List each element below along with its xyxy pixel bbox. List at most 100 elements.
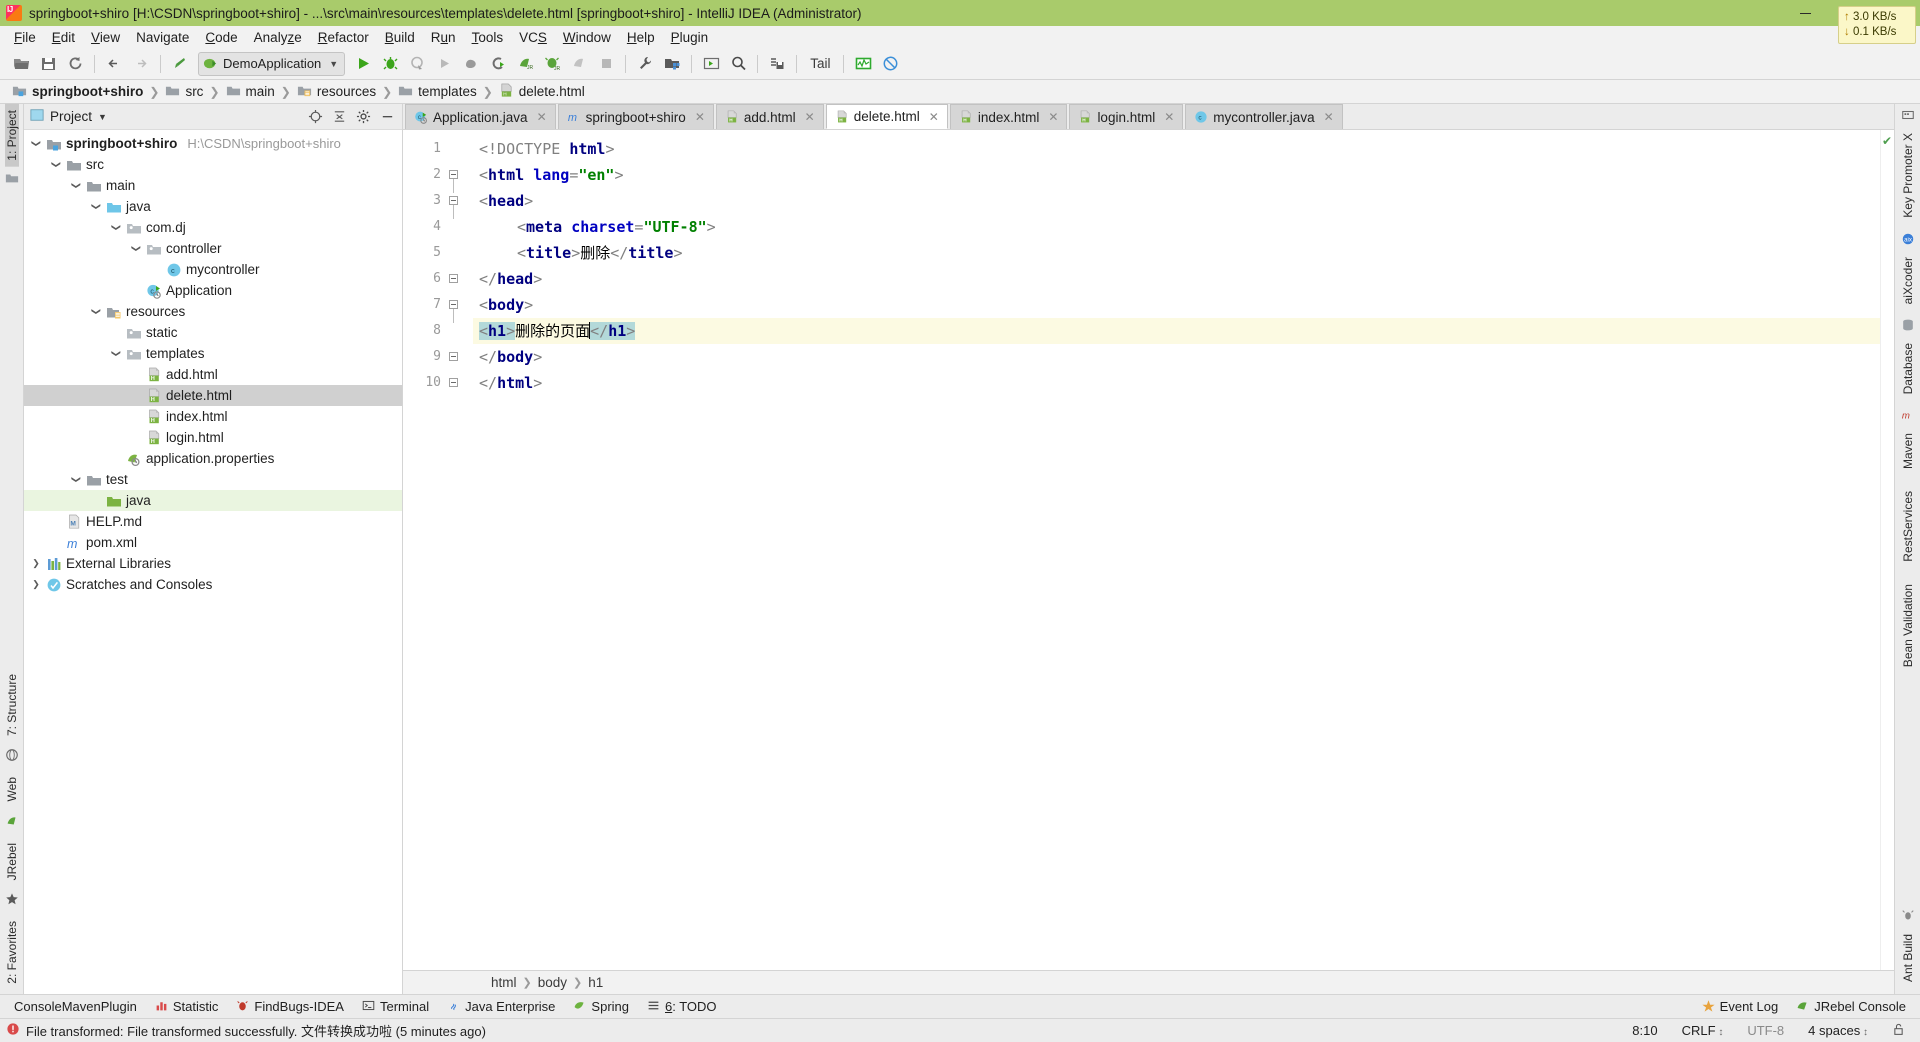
tool-window-button-statistic[interactable]: Statistic bbox=[147, 997, 227, 1017]
debug-icon[interactable] bbox=[377, 51, 403, 77]
code-line[interactable]: <h1>删除的页面</h1> bbox=[473, 318, 1880, 344]
menu-view[interactable]: View bbox=[83, 28, 128, 47]
menu-window[interactable]: Window bbox=[555, 28, 619, 47]
run-configuration-selector[interactable]: DemoApplication ▼ bbox=[198, 52, 345, 76]
key-promoter-icon[interactable] bbox=[1901, 108, 1915, 125]
code-line[interactable]: <meta charset="UTF-8"> bbox=[473, 214, 1880, 240]
editor-tab-delete-html[interactable]: Hdelete.html✕ bbox=[826, 104, 948, 129]
run-alt-icon[interactable] bbox=[431, 51, 457, 77]
tree-node-scratches-and-consoles[interactable]: ❯Scratches and Consoles bbox=[24, 574, 402, 595]
fold-collapse-icon[interactable] bbox=[449, 196, 459, 206]
breadcrumb-item-main[interactable]: main bbox=[222, 83, 279, 101]
file-encoding[interactable]: UTF-8 bbox=[1738, 1023, 1793, 1038]
menu-tools[interactable]: Tools bbox=[464, 28, 512, 47]
jrebel-debug-icon[interactable]: JR bbox=[539, 51, 565, 77]
breadcrumb-item-file[interactable]: H delete.html bbox=[495, 83, 589, 101]
menu-build[interactable]: Build bbox=[377, 28, 423, 47]
settings-wrench-icon[interactable] bbox=[632, 51, 658, 77]
close-icon[interactable]: ✕ bbox=[929, 110, 939, 124]
stop-icon[interactable] bbox=[593, 51, 619, 77]
forward-arrow-icon[interactable] bbox=[128, 51, 154, 77]
menu-code[interactable]: Code bbox=[197, 28, 245, 47]
tree-node-application-properties[interactable]: application.properties bbox=[24, 448, 402, 469]
tree-node-com-dj[interactable]: ❯com.dj bbox=[24, 217, 402, 238]
tree-node-src[interactable]: ❯src bbox=[24, 154, 402, 175]
inspection-marker-gutter[interactable]: ✔ bbox=[1880, 130, 1894, 970]
update-app-icon[interactable] bbox=[566, 51, 592, 77]
jrebel-run-icon[interactable]: JR bbox=[512, 51, 538, 77]
code-line[interactable]: <body> bbox=[473, 292, 1880, 318]
back-arrow-icon[interactable] bbox=[101, 51, 127, 77]
chevron-right-icon[interactable]: ❯ bbox=[30, 579, 42, 590]
editor-tab-index-html[interactable]: Hindex.html✕ bbox=[950, 104, 1068, 129]
project-structure-icon[interactable] bbox=[659, 51, 685, 77]
strip-button-favorites[interactable]: 2: Favorites bbox=[5, 915, 19, 990]
strip-button-ant-build[interactable]: Ant Build bbox=[1901, 928, 1915, 988]
code-line[interactable]: </head> bbox=[473, 266, 1880, 292]
locate-icon[interactable] bbox=[306, 108, 324, 126]
tree-node-controller[interactable]: ❯controller bbox=[24, 238, 402, 259]
indent-setting[interactable]: 4 spaces bbox=[1799, 1023, 1877, 1038]
menu-edit[interactable]: Edit bbox=[44, 28, 83, 47]
tree-node-external-libraries[interactable]: ❯External Libraries bbox=[24, 553, 402, 574]
fold-end-icon[interactable] bbox=[449, 352, 459, 362]
editor-tab-application-java[interactable]: cApplication.java✕ bbox=[405, 104, 556, 129]
database-icon[interactable] bbox=[1901, 318, 1915, 335]
menu-vcs[interactable]: VCS bbox=[511, 28, 555, 47]
tree-node-pom-xml[interactable]: mpom.xml bbox=[24, 532, 402, 553]
caret-position[interactable]: 8:10 bbox=[1623, 1023, 1666, 1038]
strip-button-jrebel[interactable]: JRebel bbox=[5, 837, 19, 886]
aixcoder-icon[interactable]: aix bbox=[1901, 232, 1915, 249]
jump-to-source-icon[interactable] bbox=[167, 51, 193, 77]
chevron-down-icon[interactable]: ▼ bbox=[98, 112, 107, 122]
strip-button-web[interactable]: Web bbox=[5, 771, 19, 807]
fold-collapse-icon[interactable] bbox=[449, 300, 459, 310]
open-folder-icon[interactable] bbox=[8, 51, 34, 77]
strip-button-database[interactable]: Database bbox=[1901, 337, 1915, 400]
unlocked-icon[interactable] bbox=[1883, 1023, 1914, 1039]
search-everywhere-icon[interactable] bbox=[725, 51, 751, 77]
menu-navigate[interactable]: Navigate bbox=[128, 28, 197, 47]
code-line[interactable]: <title>删除</title> bbox=[473, 240, 1880, 266]
tree-node-delete-html[interactable]: Hdelete.html bbox=[24, 385, 402, 406]
favorites-star-icon[interactable] bbox=[5, 892, 19, 909]
tree-node-java[interactable]: java bbox=[24, 490, 402, 511]
save-all-icon[interactable] bbox=[35, 51, 61, 77]
tree-node-test[interactable]: ❯test bbox=[24, 469, 402, 490]
tool-window-button-event-log[interactable]: Event Log bbox=[1694, 997, 1787, 1017]
chevron-down-icon[interactable]: ❯ bbox=[31, 138, 42, 150]
strip-button-restservices[interactable]: RestServices bbox=[1901, 485, 1915, 568]
tool-window-button-jrebel-console[interactable]: JRebel Console bbox=[1788, 997, 1914, 1017]
close-icon[interactable]: ✕ bbox=[537, 110, 547, 124]
close-icon[interactable]: ✕ bbox=[805, 110, 815, 124]
menu-plugin[interactable]: Plugin bbox=[663, 28, 717, 47]
chevron-down-icon[interactable]: ❯ bbox=[51, 159, 62, 171]
maven-icon[interactable]: m bbox=[1901, 408, 1915, 425]
strip-button-project[interactable]: 1: Project bbox=[5, 104, 19, 167]
breadcrumb-item-templates[interactable]: templates bbox=[394, 83, 481, 101]
run-icon[interactable] bbox=[350, 51, 376, 77]
chart-monitor-icon[interactable] bbox=[850, 51, 876, 77]
code-line[interactable]: <!DOCTYPE html> bbox=[473, 136, 1880, 162]
fold-end-icon[interactable] bbox=[449, 274, 459, 284]
tool-window-button-java-enterprise[interactable]: Java Enterprise bbox=[439, 997, 563, 1017]
editor-tab-add-html[interactable]: Hadd.html✕ bbox=[716, 104, 824, 129]
editor-tab-mycontroller-java[interactable]: cmycontroller.java✕ bbox=[1185, 104, 1342, 129]
tool-window-button-6-todo[interactable]: 6: TODO bbox=[639, 997, 725, 1017]
tree-node-application[interactable]: cApplication bbox=[24, 280, 402, 301]
save-db-icon[interactable] bbox=[764, 51, 790, 77]
close-icon[interactable]: ✕ bbox=[1048, 110, 1058, 124]
hide-icon[interactable] bbox=[378, 108, 396, 126]
gear-icon[interactable] bbox=[354, 108, 372, 126]
fold-end-icon[interactable] bbox=[449, 378, 459, 388]
editor-tabs[interactable]: cApplication.java✕mspringboot+shiro✕Hadd… bbox=[403, 104, 1894, 130]
web-circle-icon[interactable] bbox=[5, 748, 19, 765]
sync-icon[interactable] bbox=[62, 51, 88, 77]
strip-button-aixcoder[interactable]: aiXcoder bbox=[1901, 251, 1915, 310]
chevron-down-icon[interactable]: ❯ bbox=[111, 348, 122, 360]
tail-button[interactable]: Tail bbox=[803, 56, 837, 71]
chevron-down-icon[interactable]: ❯ bbox=[71, 474, 82, 486]
run-with-coverage-icon[interactable] bbox=[404, 51, 430, 77]
tree-node-springboot-shiro[interactable]: ❯springboot+shiroH:\CSDN\springboot+shir… bbox=[24, 133, 402, 154]
tree-node-main[interactable]: ❯main bbox=[24, 175, 402, 196]
